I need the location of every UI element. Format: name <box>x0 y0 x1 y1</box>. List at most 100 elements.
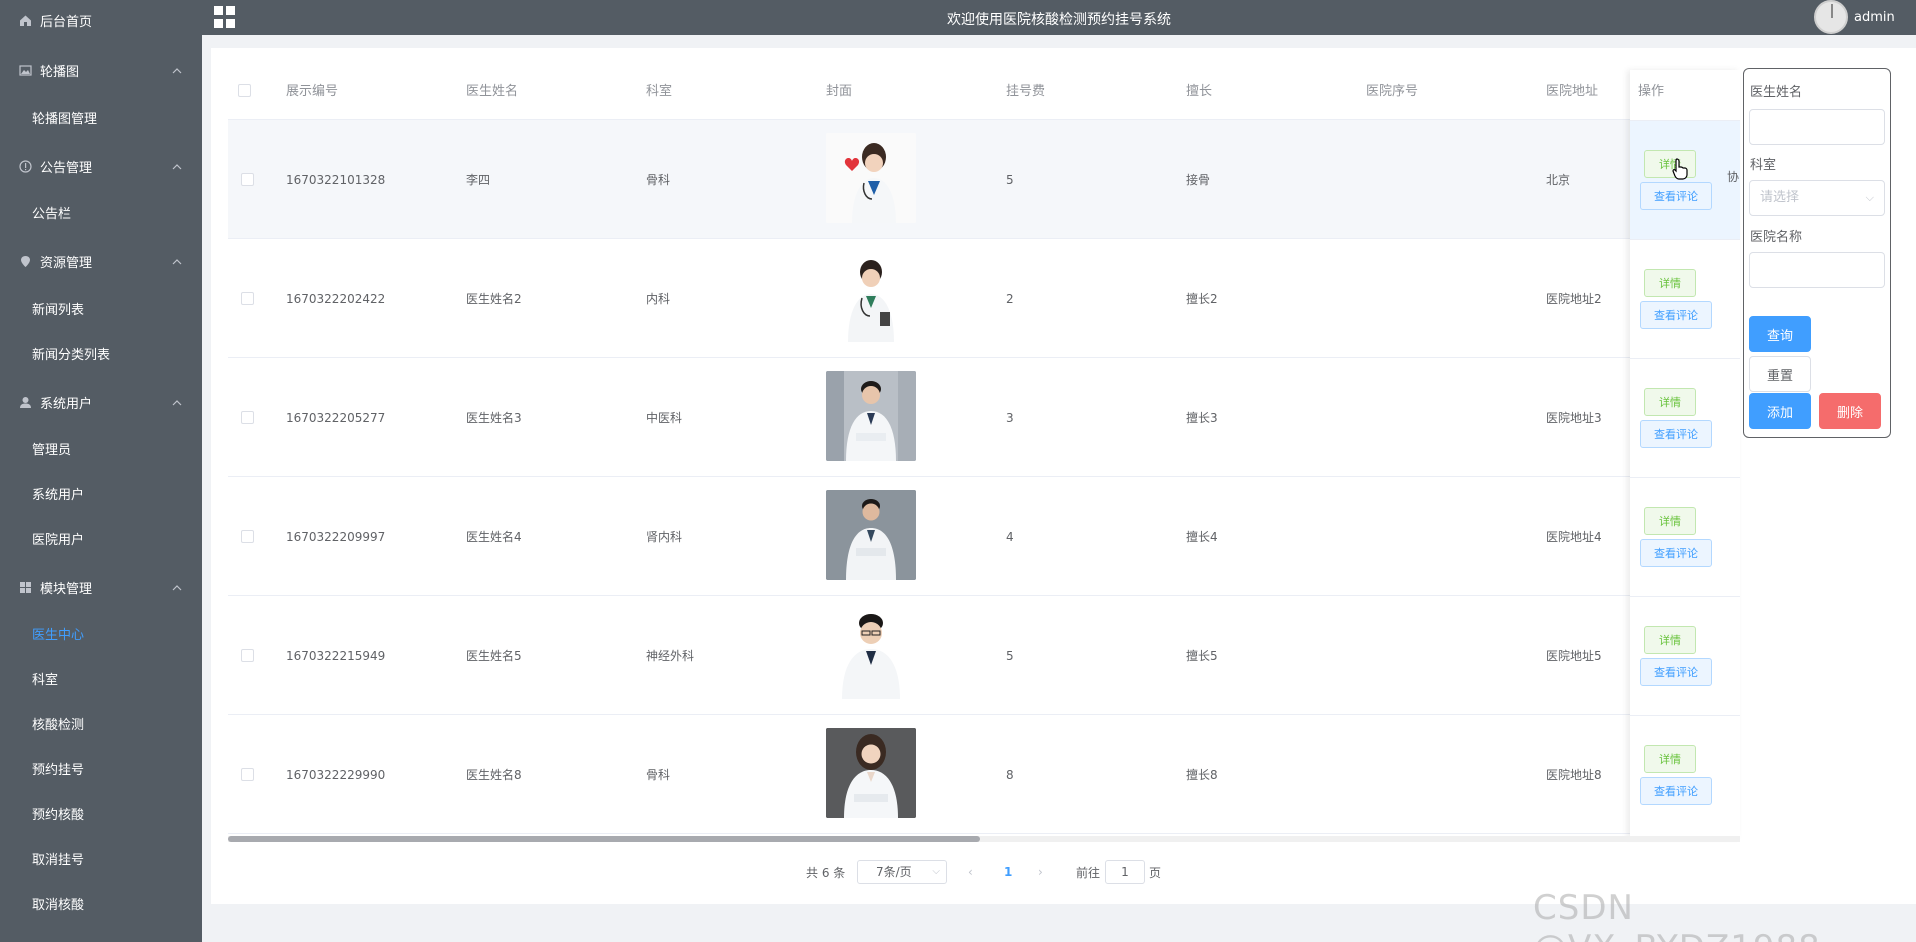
detail-button[interactable]: 详情 <box>1644 626 1696 654</box>
location-icon <box>18 254 32 268</box>
table-row[interactable]: 1670322209997 医生姓名4 肾内科 4 擅长4 医院地址4 <box>228 477 1740 596</box>
cell-name: 李四 <box>466 173 491 187</box>
cell-skill: 擅长5 <box>1186 649 1218 663</box>
page-size-select[interactable]: 7条/页 ⌵ <box>857 860 947 884</box>
view-comments-button[interactable]: 查看评论 <box>1640 301 1712 329</box>
sidebar-item-doctor-center[interactable]: 医生中心 <box>0 613 202 653</box>
detail-button[interactable]: 详情 <box>1644 745 1696 773</box>
goto-suffix: 页 <box>1149 865 1162 880</box>
username[interactable]: admin <box>1854 10 1895 25</box>
horizontal-scrollbar[interactable] <box>228 836 980 842</box>
table-row[interactable]: 1670322101328 李四 骨科 5 接骨 北京 <box>228 120 1740 239</box>
cell-dept: 肾内科 <box>646 530 683 544</box>
cell-dept: 神经外科 <box>646 649 695 663</box>
dept-select[interactable]: 请选择 ⌵ <box>1749 180 1885 216</box>
sidebar-item-sys-users[interactable]: 系统用户 <box>0 473 202 513</box>
cell-id: 1670322209997 <box>286 529 386 544</box>
select-all-checkbox[interactable] <box>238 84 251 97</box>
doctor-cover-image[interactable] <box>826 371 916 461</box>
query-button[interactable]: 查询 <box>1749 316 1811 352</box>
dept-select-placeholder: 请选择 <box>1760 190 1800 205</box>
doctor-cover-image[interactable] <box>826 490 916 580</box>
table-row[interactable]: 1670322205277 医生姓名3 中医科 3 擅长3 医院地址3 <box>228 358 1740 477</box>
detail-button[interactable]: 详情 <box>1644 269 1696 297</box>
view-comments-button[interactable]: 查看评论 <box>1640 777 1712 805</box>
cell-fee: 2 <box>1006 291 1014 306</box>
sidebar-item-news-category[interactable]: 新闻分类列表 <box>0 333 202 373</box>
view-comments-button[interactable]: 查看评论 <box>1640 539 1712 567</box>
sidebar-item-modules[interactable]: 模块管理 <box>0 567 202 607</box>
column-header: 医生姓名 <box>466 84 519 99</box>
cell-id: 1670322205277 <box>286 410 386 425</box>
cell-id: 1670322229990 <box>286 767 386 782</box>
search-panel: 医生姓名 科室 请选择 ⌵ 医院名称 查询 重置 添加 删除 <box>1743 68 1891 438</box>
sidebar-item-book-nucleic[interactable]: 预约核酸 <box>0 793 202 833</box>
row-checkbox[interactable] <box>241 411 254 424</box>
sidebar-item-system-users[interactable]: 系统用户 <box>0 382 202 422</box>
table-row[interactable]: 1670322215949 医生姓名5 神经外科 5 擅长5 医院地址5 <box>228 596 1740 715</box>
detail-button[interactable]: 详情 <box>1644 388 1696 416</box>
sidebar-item-carousel-manage[interactable]: 轮播图管理 <box>0 97 202 137</box>
table-row[interactable]: 1670322229990 医生姓名8 骨科 8 擅长8 医院地址8 <box>228 715 1740 834</box>
sidebar-item-notice[interactable]: 公告管理 <box>0 146 202 186</box>
prev-page-icon[interactable]: ‹ <box>968 860 973 884</box>
sidebar-item-cancel-nucleic[interactable]: 取消核酸 <box>0 883 202 923</box>
sidebar-item-resources[interactable]: 资源管理 <box>0 241 202 281</box>
sidebar-item-label: 科室 <box>32 672 59 688</box>
page-number-current[interactable]: 1 <box>1004 860 1012 884</box>
cell-address: 北京 <box>1546 173 1571 187</box>
view-comments-button[interactable]: 查看评论 <box>1640 658 1712 686</box>
cell-skill: 擅长3 <box>1186 411 1218 425</box>
cell-dept: 内科 <box>646 292 671 306</box>
row-checkbox[interactable] <box>241 292 254 305</box>
sidebar-item-news-list[interactable]: 新闻列表 <box>0 288 202 328</box>
doctor-cover-image[interactable] <box>826 728 916 818</box>
column-header: 医院地址 <box>1546 84 1599 99</box>
top-bar: 欢迎使用医院核酸检测预约挂号系统 admin <box>202 0 1916 35</box>
table-header: 展示编号 医生姓名 科室 封面 挂号费 擅长 医院序号 医院地址 <box>228 70 1740 120</box>
row-checkbox[interactable] <box>241 530 254 543</box>
chevron-down-icon: ⌵ <box>932 866 940 877</box>
cell-name: 医生姓名3 <box>466 411 522 425</box>
row-checkbox[interactable] <box>241 768 254 781</box>
sidebar-item-admins[interactable]: 管理员 <box>0 428 202 468</box>
sidebar-item-label: 核酸检测 <box>32 717 85 733</box>
sidebar-item-book-registration[interactable]: 预约挂号 <box>0 748 202 788</box>
view-comments-button[interactable]: 查看评论 <box>1640 420 1712 448</box>
sidebar-item-notice-board[interactable]: 公告栏 <box>0 192 202 232</box>
sidebar-item-hospital-users[interactable]: 医院用户 <box>0 518 202 558</box>
reset-button[interactable]: 重置 <box>1749 356 1811 392</box>
doctor-cover-image[interactable] <box>826 252 916 342</box>
sidebar: 后台首页 轮播图 轮播图管理 公告管理 公告栏 资源管理 新闻列表 新闻分类列表… <box>0 0 202 942</box>
doctor-name-input[interactable] <box>1749 109 1885 145</box>
doctor-cover-image[interactable] <box>826 133 916 223</box>
detail-button[interactable]: 详情 <box>1644 150 1696 178</box>
column-header: 擅长 <box>1186 84 1213 99</box>
sidebar-item-carousel[interactable]: 轮播图 <box>0 50 202 90</box>
add-button[interactable]: 添加 <box>1749 393 1811 429</box>
column-header: 医院序号 <box>1366 84 1419 99</box>
goto-page-input[interactable]: 1 <box>1105 860 1145 884</box>
cell-name: 医生姓名4 <box>466 530 522 544</box>
hospital-name-input[interactable] <box>1749 252 1885 288</box>
avatar[interactable] <box>1814 0 1848 34</box>
cell-fee: 5 <box>1006 172 1014 187</box>
delete-button[interactable]: 删除 <box>1819 393 1881 429</box>
view-comments-button[interactable]: 查看评论 <box>1640 182 1712 210</box>
next-page-icon[interactable]: › <box>1038 860 1043 884</box>
sidebar-item-label: 轮播图管理 <box>32 111 98 127</box>
row-checkbox[interactable] <box>241 173 254 186</box>
chevron-up-icon <box>172 396 182 411</box>
sidebar-item-home[interactable]: 后台首页 <box>0 0 202 40</box>
grid-icon <box>18 580 32 594</box>
doctor-cover-image[interactable] <box>826 609 916 699</box>
cell-id: 1670322215949 <box>286 648 386 663</box>
sidebar-item-departments[interactable]: 科室 <box>0 658 202 698</box>
sidebar-item-cancel-registration[interactable]: 取消挂号 <box>0 838 202 878</box>
detail-button[interactable]: 详情 <box>1644 507 1696 535</box>
sidebar-item-nucleic-test[interactable]: 核酸检测 <box>0 703 202 743</box>
column-header: 科室 <box>646 84 673 99</box>
cell-dept: 骨科 <box>646 768 671 782</box>
row-checkbox[interactable] <box>241 649 254 662</box>
table-row[interactable]: 1670322202422 医生姓名2 内科 2 擅长2 医院地址2 <box>228 239 1740 358</box>
